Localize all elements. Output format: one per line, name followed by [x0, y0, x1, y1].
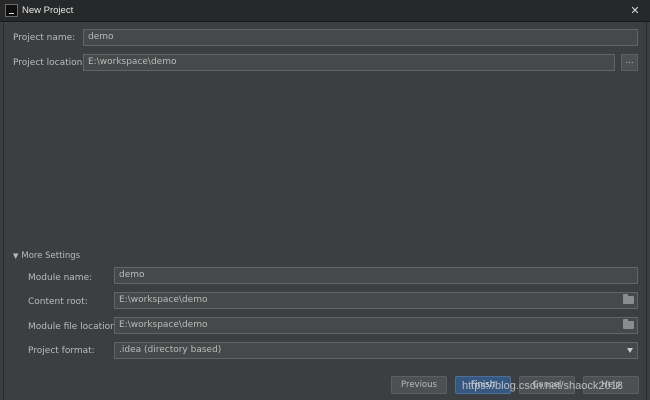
project-format-select[interactable]: .idea (directory based) [114, 342, 638, 359]
chevron-down-icon [627, 348, 633, 353]
module-name-label: Module name: [28, 273, 93, 283]
title-bar: New Project ✕ [0, 0, 650, 22]
window-title: New Project [22, 5, 74, 16]
folder-icon[interactable] [623, 294, 634, 304]
content-root-input[interactable]: E:\workspace\demo [114, 292, 638, 309]
project-format-value: .idea (directory based) [119, 345, 222, 355]
module-file-location-value: E:\workspace\demo [119, 320, 208, 330]
app-icon [5, 4, 18, 17]
content-root-label: Content root: [28, 297, 88, 307]
module-file-location-input[interactable]: E:\workspace\demo [114, 317, 638, 334]
module-name-input[interactable]: demo [114, 267, 638, 284]
more-settings-toggle[interactable]: ▼ More Settings [13, 251, 80, 261]
more-settings-label: More Settings [21, 251, 81, 261]
triangle-down-icon: ▼ [13, 252, 19, 260]
module-file-location-label: Module file location: [28, 322, 119, 332]
project-name-input[interactable]: demo [83, 29, 638, 46]
project-name-label: Project name: [13, 33, 76, 43]
watermark: https://blog.csdn.net/shaock2018 [462, 380, 623, 392]
project-format-label: Project format: [28, 346, 95, 356]
project-location-label: Project location: [13, 58, 86, 68]
project-location-input[interactable]: E:\workspace\demo [83, 54, 615, 71]
close-button[interactable]: ✕ [626, 3, 644, 18]
content-root-value: E:\workspace\demo [119, 295, 208, 305]
previous-button[interactable]: Previous [391, 376, 447, 394]
browse-location-button[interactable]: ... [621, 54, 638, 71]
close-icon: ✕ [630, 4, 640, 17]
folder-icon[interactable] [623, 319, 634, 329]
